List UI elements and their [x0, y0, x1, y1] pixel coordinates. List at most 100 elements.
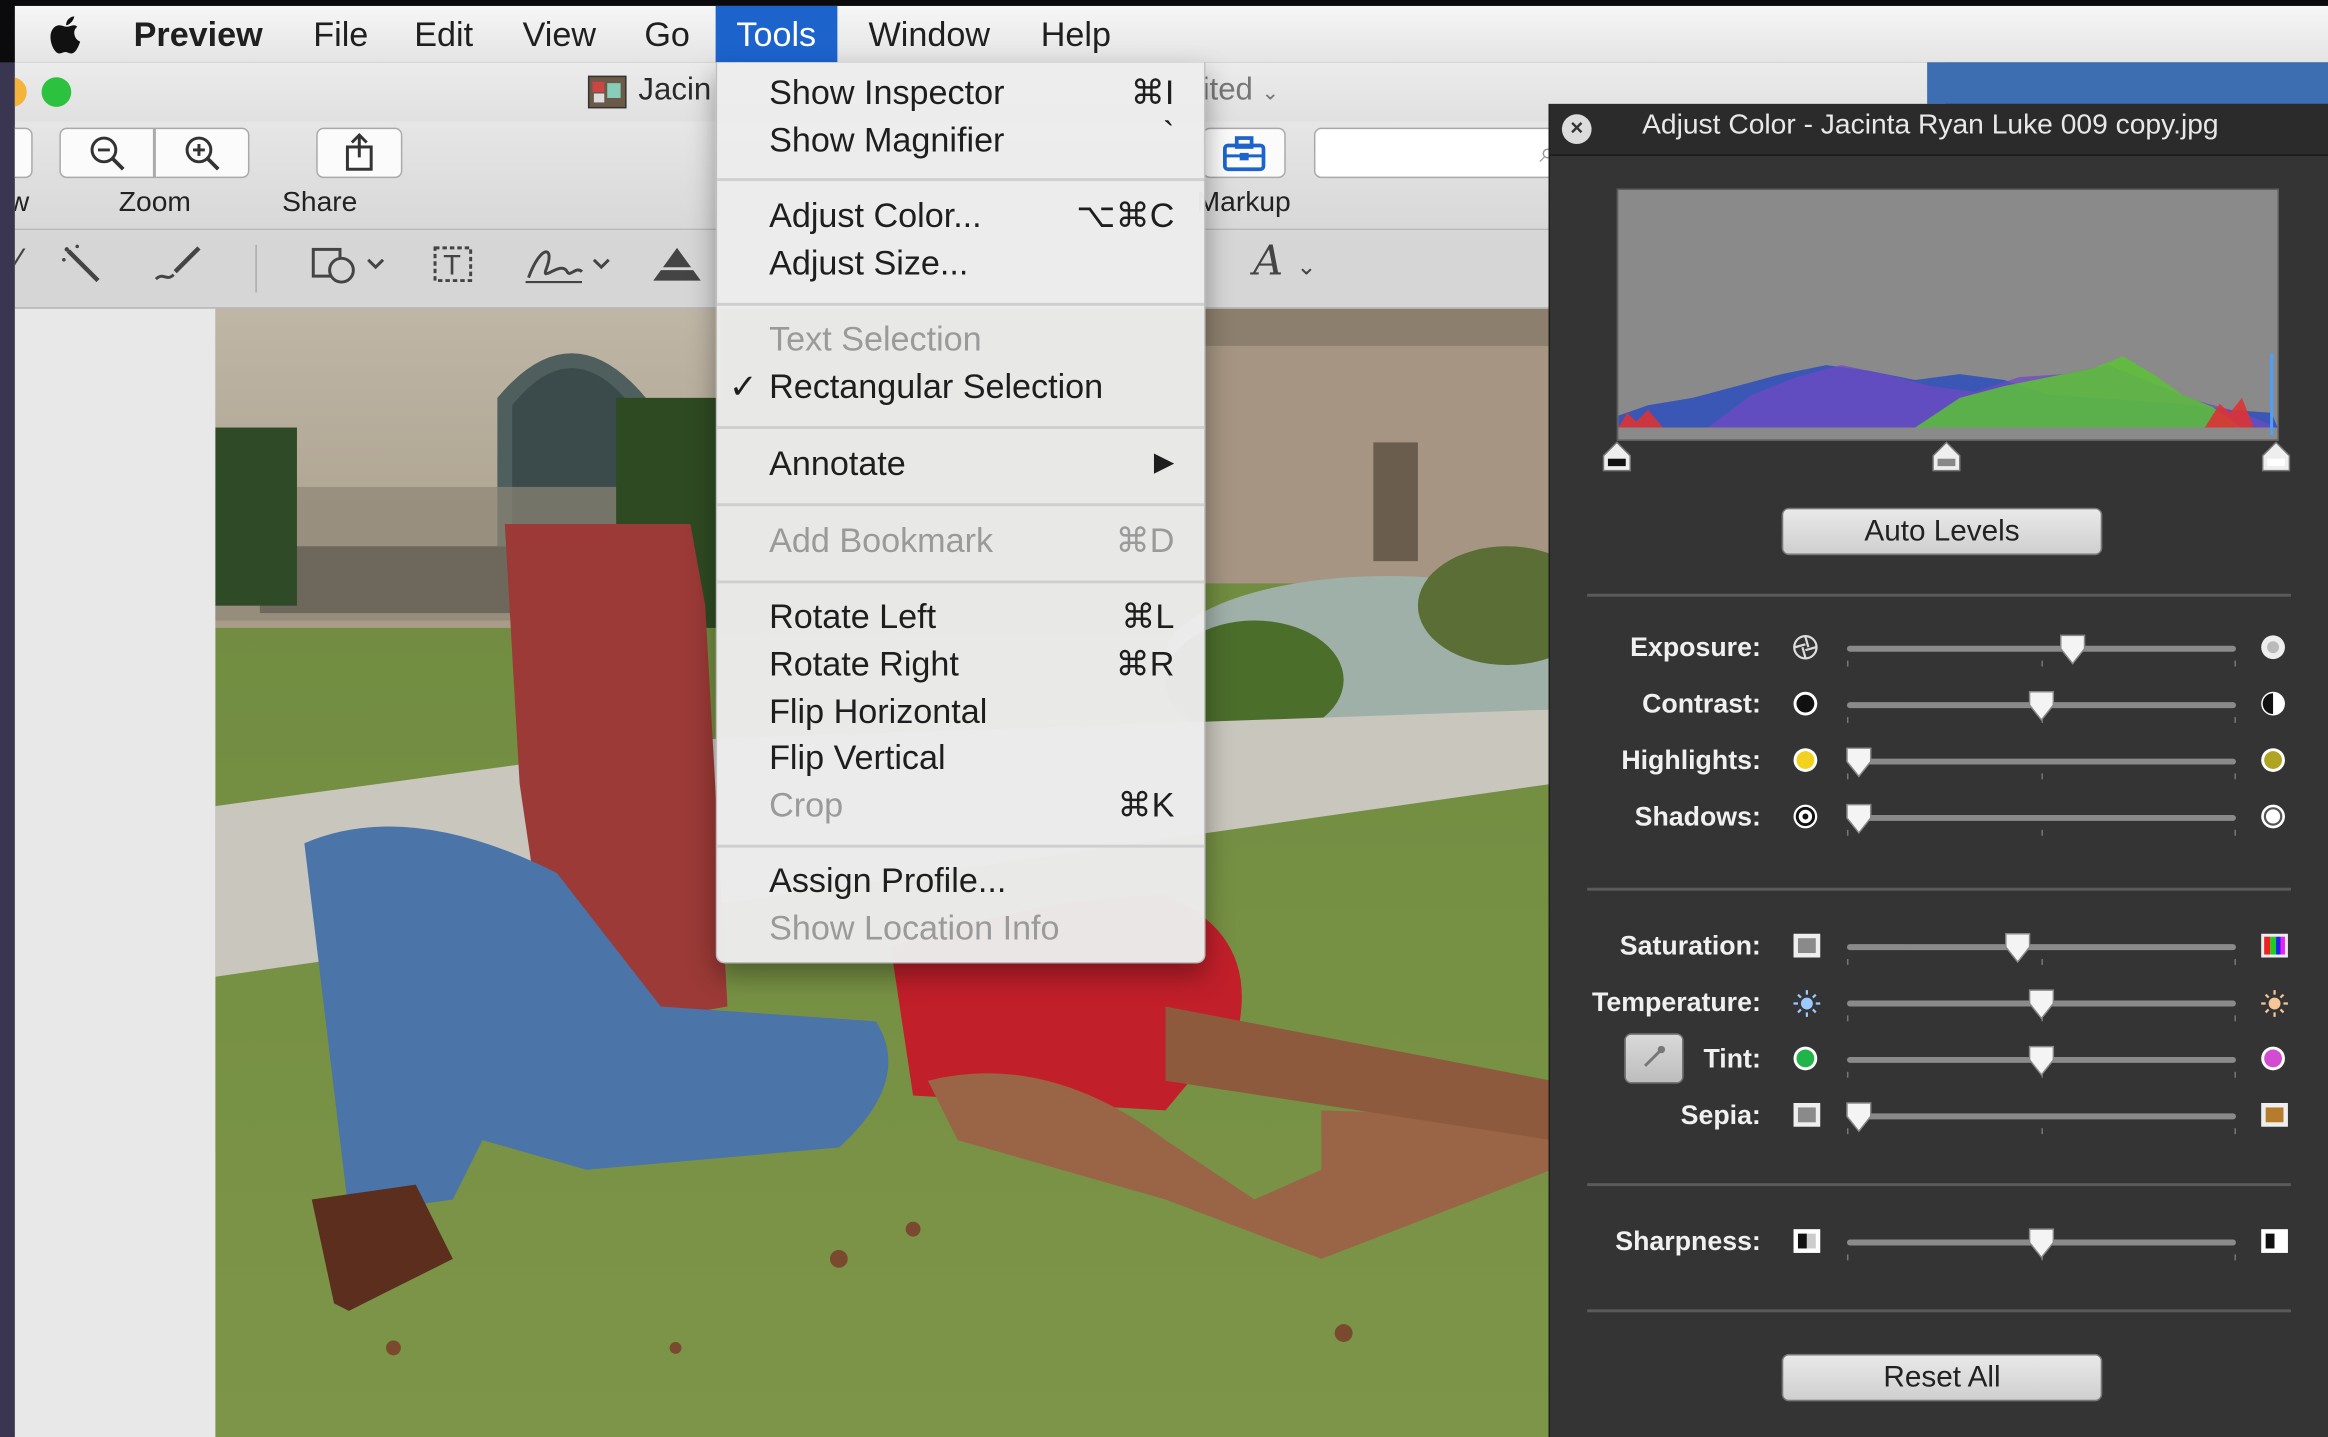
text-box-icon[interactable]: T — [431, 242, 476, 297]
contrast-label: Contrast: — [1642, 688, 1761, 719]
tint-magenta-icon — [2260, 1045, 2287, 1079]
view-menu-button[interactable] — [14, 127, 33, 179]
share-label: Share — [282, 187, 358, 219]
temperature-cool-icon — [1792, 989, 1822, 1026]
menu-file[interactable]: File — [313, 6, 368, 62]
sharpness-high-icon — [2260, 1228, 2290, 1262]
screen: Preview File Edit View Go Tools Window H… — [0, 0, 2328, 1437]
menu-view[interactable]: View — [523, 6, 596, 62]
document-icon — [587, 75, 627, 109]
desktop-blue-strip — [1927, 62, 2328, 104]
menu-rotate-right[interactable]: Rotate Right — [769, 644, 959, 684]
markup-button[interactable] — [1202, 127, 1286, 179]
highlights-slider-knob[interactable] — [1844, 747, 1874, 787]
slider-tick — [1846, 1254, 1849, 1261]
saturation-slider-knob[interactable] — [2003, 932, 2033, 972]
selection-tool-icon[interactable]: ⁄ — [15, 242, 21, 284]
sepia-low-icon — [1792, 1101, 1822, 1135]
exposure-high-icon — [2260, 634, 2287, 668]
menu-crop[interactable]: Crop — [769, 785, 843, 825]
panel-divider — [1587, 887, 2291, 891]
instant-alpha-icon[interactable] — [59, 242, 104, 297]
shadows-slider-knob[interactable] — [1844, 803, 1874, 843]
menu-rotate-left[interactable]: Rotate Left — [769, 597, 936, 637]
shortcut-adjust-color: ⌥⌘C — [1076, 195, 1175, 235]
slider-tick — [2234, 660, 2236, 667]
reset-all-button[interactable]: Reset All — [1781, 1353, 2103, 1402]
menu-tools[interactable]: Tools — [715, 5, 837, 63]
adjust-color-icon[interactable] — [650, 242, 703, 297]
shapes-icon[interactable] — [309, 242, 395, 297]
menu-show-location-info[interactable]: Show Location Info — [769, 909, 1059, 949]
highlights-slider[interactable] — [1846, 758, 2236, 765]
submenu-arrow-icon: ▶ — [1153, 446, 1175, 477]
close-icon[interactable]: × — [1561, 114, 1592, 144]
menu-show-magnifier[interactable]: Show Magnifier — [769, 120, 1004, 160]
slider-tick — [2234, 958, 2236, 965]
search-field[interactable]: ⌕ — [1313, 127, 1567, 179]
levels-white-point-handle[interactable] — [2260, 441, 2293, 481]
zoom-window-button[interactable] — [41, 77, 72, 107]
sepia-slider-knob[interactable] — [1844, 1101, 1874, 1141]
menu-window[interactable]: Window — [869, 6, 990, 62]
zoom-out-icon — [90, 136, 125, 171]
levels-black-point-handle[interactable] — [1601, 441, 1634, 481]
menu-adjust-size[interactable]: Adjust Size... — [769, 243, 968, 283]
menu-edit[interactable]: Edit — [414, 6, 473, 62]
slider-tick — [1846, 1015, 1849, 1022]
exposure-slider[interactable] — [1846, 645, 2236, 652]
contrast-slider-knob[interactable] — [2027, 690, 2057, 730]
exposure-slider-knob[interactable] — [2058, 634, 2088, 674]
menu-preview[interactable]: Preview — [134, 6, 263, 62]
edited-text: ited — [1202, 72, 1253, 107]
levels-midtone-handle[interactable] — [1930, 441, 1963, 481]
shadows-slider[interactable] — [1846, 814, 2236, 821]
menu-show-inspector[interactable]: Show Inspector — [769, 73, 1004, 113]
sharpness-label: Sharpness: — [1615, 1226, 1761, 1256]
menu-text-selection[interactable]: Text Selection — [769, 319, 982, 359]
apple-logo-icon[interactable] — [48, 15, 87, 64]
auto-levels-button[interactable]: Auto Levels — [1781, 507, 2103, 556]
menu-help[interactable]: Help — [1041, 6, 1111, 62]
tint-slider-knob[interactable] — [2027, 1045, 2057, 1085]
menu-go[interactable]: Go — [644, 6, 690, 62]
menu-flip-horizontal[interactable]: Flip Horizontal — [769, 692, 987, 732]
eyedropper-button[interactable] — [1624, 1033, 1684, 1084]
zoom-in-button[interactable] — [154, 127, 250, 179]
text-style-icon[interactable]: A ⌄ — [1253, 236, 1316, 285]
shortcut-rotate-right: ⌘R — [1115, 644, 1175, 683]
menu-assign-profile[interactable]: Assign Profile... — [769, 861, 1006, 901]
menu-rectangular-selection[interactable]: Rectangular Selection — [769, 367, 1103, 407]
markup-label: Markup — [1196, 187, 1291, 219]
slider-tick — [1846, 958, 1849, 965]
slider-tick — [2040, 773, 2043, 780]
tools-menu: Show Inspector ⌘I Show Magnifier ` Adjus… — [715, 62, 1206, 964]
sharpness-slider-knob[interactable] — [2027, 1228, 2057, 1268]
edited-label[interactable]: ited ⌄ — [1203, 73, 1279, 109]
menu-adjust-color[interactable]: Adjust Color... — [769, 196, 982, 236]
share-button[interactable] — [316, 127, 403, 179]
sketch-icon[interactable] — [151, 242, 204, 297]
shortcut-show-magnifier: ` — [1163, 114, 1175, 153]
saturation-slider[interactable] — [1846, 944, 2236, 951]
shortcut-rotate-left: ⌘L — [1121, 596, 1175, 636]
shortcut-add-bookmark: ⌘D — [1115, 521, 1175, 560]
menu-separator — [717, 580, 1205, 584]
zoom-label: Zoom — [118, 187, 191, 219]
slider-tick — [2040, 660, 2043, 667]
toolbar-divider — [255, 244, 257, 293]
menu-bar: Preview File Edit View Go Tools Window H… — [14, 5, 2328, 64]
zoom-in-icon — [185, 136, 220, 171]
menu-add-bookmark[interactable]: Add Bookmark — [769, 521, 993, 561]
signature-icon[interactable] — [523, 242, 618, 300]
zoom-out-button[interactable] — [59, 127, 155, 179]
panel-divider — [1587, 1183, 2291, 1187]
sepia-slider[interactable] — [1846, 1113, 2236, 1120]
saturation-label: Saturation: — [1619, 930, 1761, 961]
slider-tick — [1846, 660, 1849, 667]
minimize-button[interactable] — [14, 77, 27, 107]
temperature-slider-knob[interactable] — [2027, 989, 2057, 1029]
menu-flip-vertical[interactable]: Flip Vertical — [769, 738, 945, 778]
menu-annotate[interactable]: Annotate — [769, 444, 906, 484]
toolbox-icon — [1223, 136, 1266, 172]
